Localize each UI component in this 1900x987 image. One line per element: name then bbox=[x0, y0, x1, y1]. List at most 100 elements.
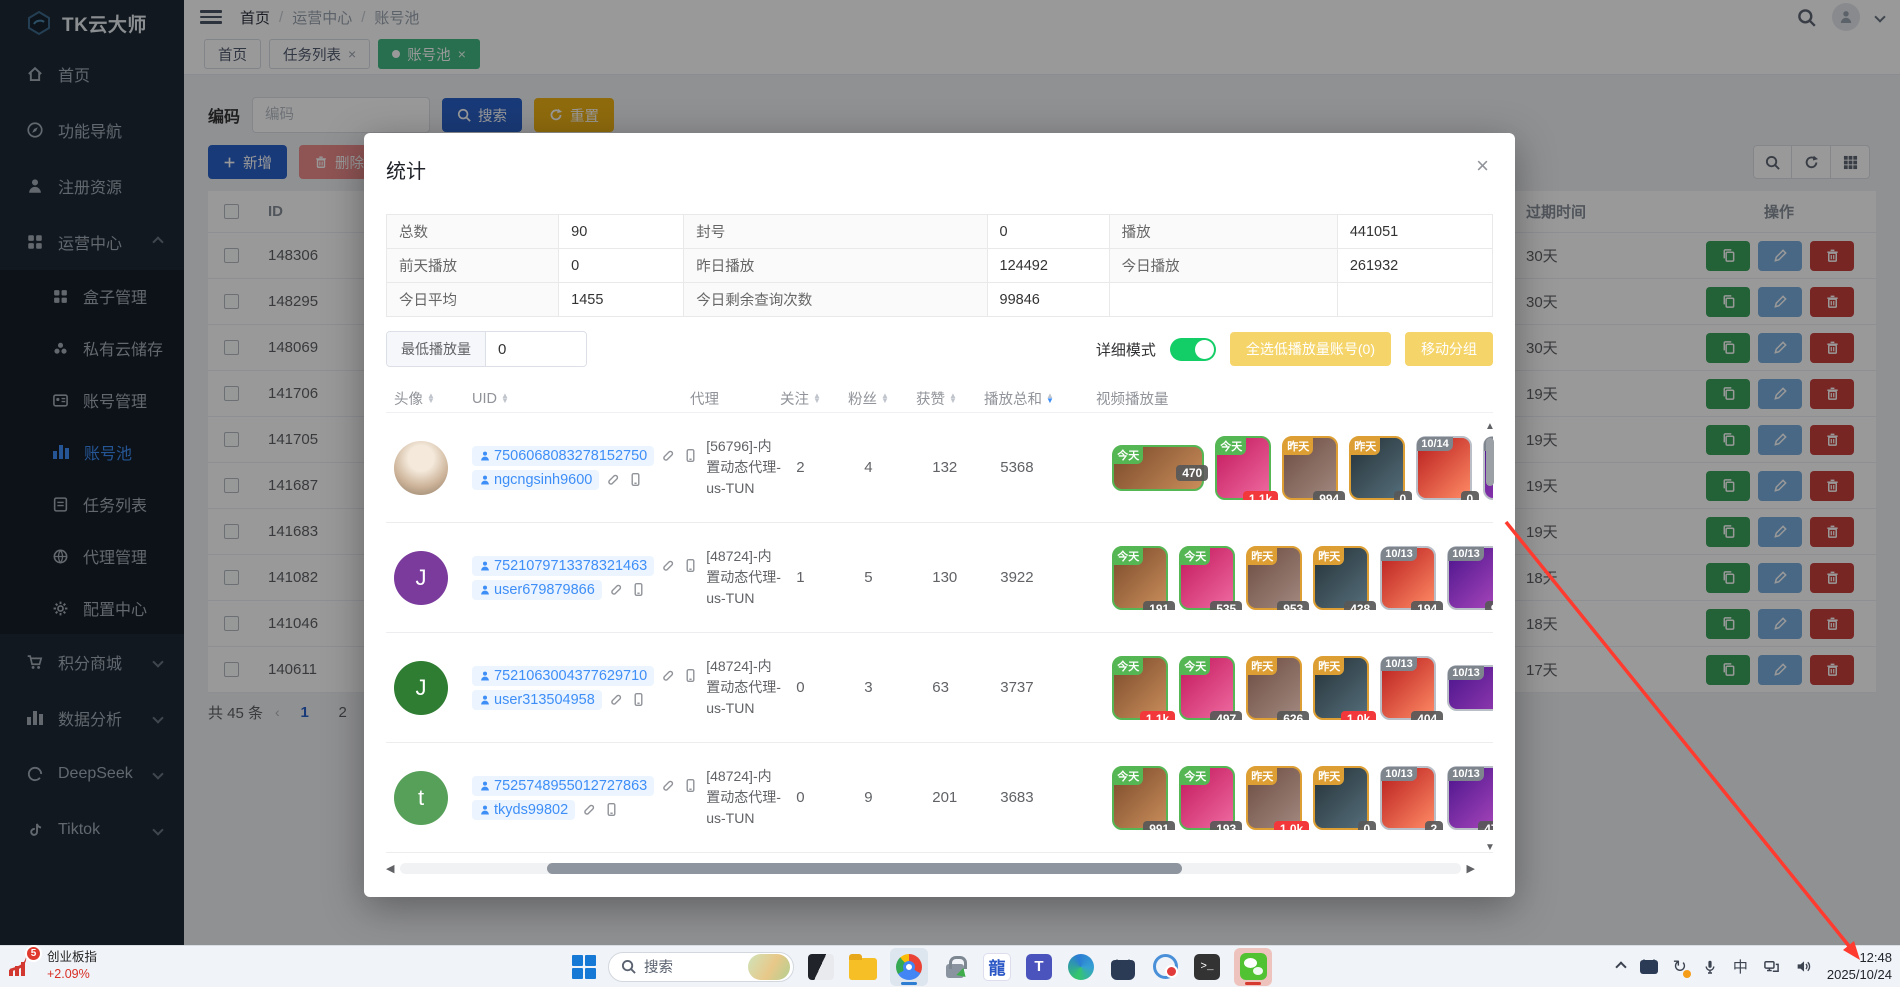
copy-button[interactable] bbox=[1706, 563, 1750, 593]
video-thumb[interactable]: 今天191 bbox=[1112, 546, 1168, 610]
link-icon[interactable] bbox=[582, 802, 597, 817]
detail-mode-toggle[interactable] bbox=[1170, 338, 1216, 361]
tray-sync-icon[interactable]: ↻ bbox=[1673, 957, 1687, 977]
edit-button[interactable] bbox=[1758, 563, 1802, 593]
breadcrumb-home[interactable]: 首页 bbox=[240, 7, 270, 28]
move-group-button[interactable]: 移动分组 bbox=[1405, 332, 1493, 366]
search-icon[interactable] bbox=[1797, 8, 1816, 27]
edit-button[interactable] bbox=[1758, 379, 1802, 409]
row-checkbox[interactable] bbox=[224, 294, 239, 309]
prev-page-button[interactable]: ‹ bbox=[275, 704, 280, 720]
uid-badge[interactable]: 7521063004377629710 bbox=[472, 666, 654, 686]
uid-badge[interactable]: 7506068083278152750 bbox=[472, 446, 654, 466]
phone-icon[interactable] bbox=[683, 558, 698, 573]
min-play-input[interactable] bbox=[486, 332, 586, 366]
row-checkbox[interactable] bbox=[224, 570, 239, 585]
video-thumb[interactable]: 昨天428 bbox=[1313, 546, 1369, 610]
taskbar-wechat[interactable] bbox=[1234, 948, 1272, 986]
username-badge[interactable]: tkyds99802 bbox=[472, 800, 575, 820]
link-icon[interactable] bbox=[609, 692, 624, 707]
breadcrumb-operations[interactable]: 运营中心 bbox=[292, 7, 352, 28]
link-icon[interactable] bbox=[606, 472, 621, 487]
table-columns-button[interactable] bbox=[1831, 145, 1870, 179]
tab-task-list[interactable]: 任务列表 × bbox=[269, 39, 370, 69]
row-checkbox[interactable] bbox=[224, 616, 239, 631]
uid-badge[interactable]: 7521079713378321463 bbox=[472, 556, 654, 576]
phone-icon[interactable] bbox=[631, 582, 646, 597]
sidebar-item-feature-nav[interactable]: 功能导航 bbox=[0, 102, 184, 158]
table-search-button[interactable] bbox=[1753, 145, 1792, 179]
sidebar-item-config-center[interactable]: 配置中心 bbox=[0, 582, 184, 634]
network-icon[interactable] bbox=[1763, 958, 1780, 975]
taskbar-file-explorer[interactable] bbox=[848, 952, 878, 982]
copy-button[interactable] bbox=[1706, 609, 1750, 639]
scroll-up-icon[interactable]: ▲ bbox=[1485, 421, 1495, 432]
phone-icon[interactable] bbox=[683, 448, 698, 463]
delete-row-button[interactable] bbox=[1810, 655, 1854, 685]
sort-icon[interactable]: ▲▼ bbox=[881, 394, 889, 403]
copy-button[interactable] bbox=[1706, 241, 1750, 271]
reset-button[interactable]: 重置 bbox=[534, 98, 614, 132]
sidebar-item-data-analysis[interactable]: 数据分析 bbox=[0, 690, 184, 746]
sidebar-item-register-resource[interactable]: 注册资源 bbox=[0, 158, 184, 214]
link-icon[interactable] bbox=[661, 778, 676, 793]
video-thumb[interactable]: 今天535 bbox=[1179, 546, 1235, 610]
page-1-button[interactable]: 1 bbox=[292, 699, 318, 725]
sort-icon[interactable]: ▲▼ bbox=[813, 394, 821, 403]
taskbar-search[interactable]: 搜索 bbox=[608, 952, 794, 982]
sidebar-item-task-list[interactable]: 任务列表 bbox=[0, 478, 184, 530]
delete-row-button[interactable] bbox=[1810, 563, 1854, 593]
select-all-checkbox[interactable] bbox=[224, 204, 239, 219]
code-input[interactable] bbox=[252, 97, 430, 133]
sort-icon[interactable]: ▲▼ bbox=[427, 394, 435, 403]
video-thumb[interactable]: 10/132 bbox=[1380, 766, 1436, 830]
breadcrumb-account-pool[interactable]: 账号池 bbox=[374, 7, 419, 28]
table-refresh-button[interactable] bbox=[1792, 145, 1831, 179]
scroll-down-icon[interactable]: ▼ bbox=[1485, 842, 1495, 853]
copy-button[interactable] bbox=[1706, 517, 1750, 547]
delete-row-button[interactable] bbox=[1810, 287, 1854, 317]
user-avatar[interactable] bbox=[1832, 3, 1860, 31]
page-2-button[interactable]: 2 bbox=[330, 699, 356, 725]
video-thumb[interactable]: 昨天626 bbox=[1246, 656, 1302, 720]
video-thumb[interactable]: 昨天0 bbox=[1349, 436, 1405, 500]
copy-button[interactable] bbox=[1706, 333, 1750, 363]
phone-icon[interactable] bbox=[683, 778, 698, 793]
sidebar-item-points-mall[interactable]: 积分商城 bbox=[0, 634, 184, 690]
speaker-icon[interactable] bbox=[1795, 958, 1812, 975]
microphone-icon[interactable] bbox=[1702, 959, 1718, 975]
copy-button[interactable] bbox=[1706, 379, 1750, 409]
hamburger-icon[interactable] bbox=[200, 10, 222, 24]
horizontal-scrollbar[interactable]: ◀ ▶ bbox=[386, 861, 1475, 875]
taskbar-teams[interactable]: T bbox=[1024, 952, 1054, 982]
tab-account-pool[interactable]: 账号池 × bbox=[378, 39, 480, 69]
taskbar-edge[interactable] bbox=[1066, 952, 1096, 982]
link-icon[interactable] bbox=[661, 668, 676, 683]
phone-icon[interactable] bbox=[631, 692, 646, 707]
taskbar-vpn-app[interactable] bbox=[940, 952, 970, 982]
delete-row-button[interactable] bbox=[1810, 425, 1854, 455]
sidebar-item-home[interactable]: 首页 bbox=[0, 46, 184, 102]
username-badge[interactable]: user313504958 bbox=[472, 690, 602, 710]
video-thumb[interactable]: 10/13404 bbox=[1380, 656, 1436, 720]
video-thumb[interactable]: 昨天953 bbox=[1246, 546, 1302, 610]
video-thumb[interactable]: 昨天994 bbox=[1282, 436, 1338, 500]
close-icon[interactable]: × bbox=[1476, 155, 1489, 177]
copy-button[interactable] bbox=[1706, 425, 1750, 455]
row-checkbox[interactable] bbox=[224, 340, 239, 355]
edit-button[interactable] bbox=[1758, 241, 1802, 271]
link-icon[interactable] bbox=[661, 448, 676, 463]
scroll-left-icon[interactable]: ◀ bbox=[386, 862, 394, 875]
delete-row-button[interactable] bbox=[1810, 333, 1854, 363]
edit-button[interactable] bbox=[1758, 609, 1802, 639]
tab-home[interactable]: 首页 bbox=[204, 39, 261, 69]
delete-row-button[interactable] bbox=[1810, 609, 1854, 639]
sidebar-item-box-management[interactable]: 盒子管理 bbox=[0, 270, 184, 322]
scrollbar-thumb[interactable] bbox=[547, 863, 1182, 874]
taskbar-cat-app[interactable] bbox=[1108, 952, 1138, 982]
sidebar-item-deepseek[interactable]: DeepSeek bbox=[0, 746, 184, 802]
video-thumb[interactable]: 今天1.1k bbox=[1112, 656, 1168, 720]
sidebar-item-account-pool[interactable]: 账号池 bbox=[0, 426, 184, 478]
scroll-right-icon[interactable]: ▶ bbox=[1467, 862, 1475, 875]
taskbar-chat-app[interactable] bbox=[1150, 952, 1180, 982]
